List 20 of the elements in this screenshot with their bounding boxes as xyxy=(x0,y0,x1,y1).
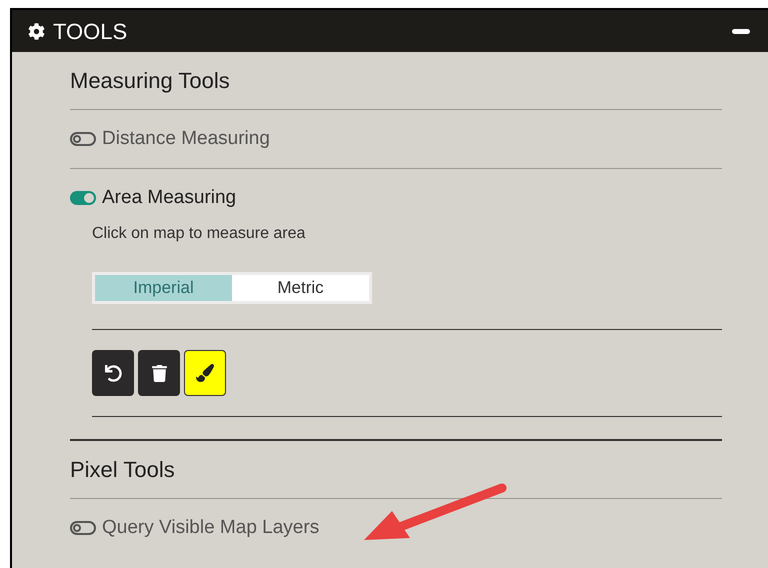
undo-button[interactable] xyxy=(92,350,134,396)
section-title: Measuring Tools xyxy=(70,67,230,95)
panel-title: TOOLS xyxy=(53,18,128,46)
trash-icon xyxy=(150,364,168,382)
tool-label[interactable]: Query Visible Map Layers xyxy=(102,514,320,542)
brush-icon xyxy=(196,364,214,382)
unit-option[interactable]: Metric xyxy=(232,275,369,301)
paint-button[interactable] xyxy=(184,350,226,396)
section-title: Pixel Tools xyxy=(70,456,175,484)
toggle-switch[interactable] xyxy=(70,521,96,535)
tool-label[interactable]: Distance Measuring xyxy=(102,124,270,154)
undo-icon xyxy=(104,364,122,382)
unit-option[interactable]: Imperial xyxy=(95,275,232,301)
settings-icon xyxy=(28,22,45,40)
delete-button[interactable] xyxy=(138,350,180,396)
collapse-button[interactable] xyxy=(732,28,750,34)
toggle-switch[interactable] xyxy=(70,191,96,205)
hint-text: Click on map to measure area xyxy=(92,224,306,244)
tool-label[interactable]: Area Measuring xyxy=(102,184,236,212)
toggle-switch[interactable] xyxy=(70,132,96,146)
